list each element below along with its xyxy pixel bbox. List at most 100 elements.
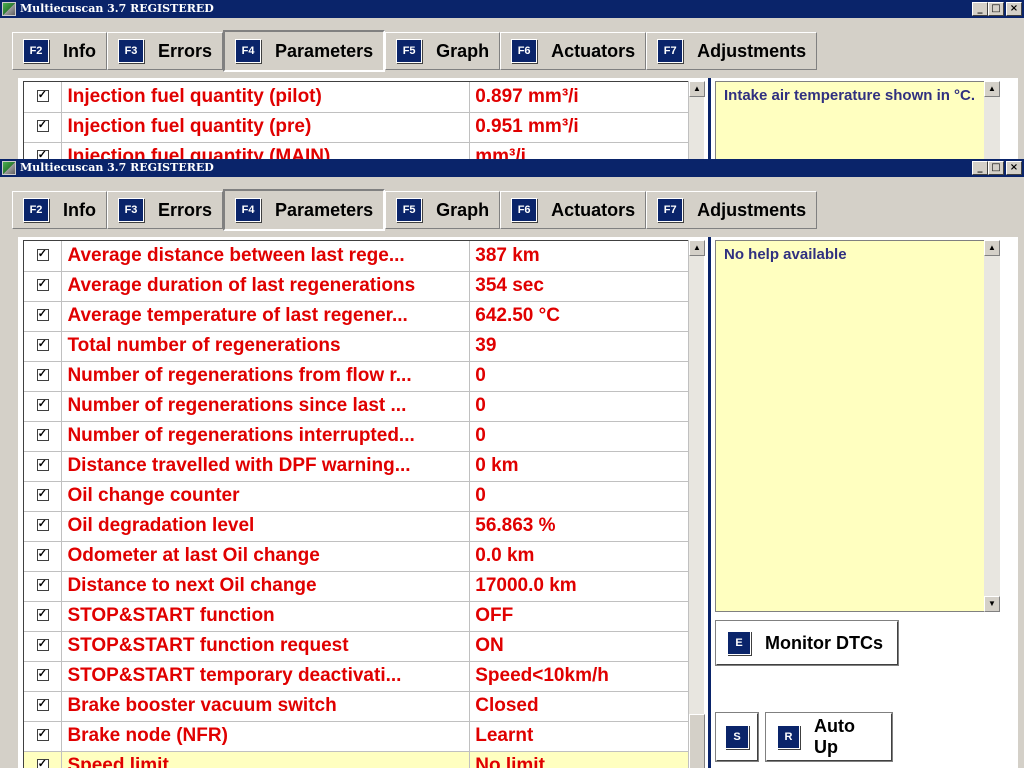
row-checkbox[interactable]: [24, 421, 63, 452]
parameter-name: Odometer at last Oil change: [61, 541, 471, 572]
row-checkbox[interactable]: [24, 82, 63, 113]
tab-parameters[interactable]: F4 Parameters: [223, 189, 386, 231]
close-icon[interactable]: ×: [1006, 2, 1022, 16]
window-controls: _ □ ×: [972, 2, 1022, 16]
row-checkbox[interactable]: [24, 751, 63, 768]
parameter-value: Learnt: [469, 721, 690, 752]
tab-adjustments[interactable]: F7 Adjustments: [646, 32, 818, 70]
tab-errors[interactable]: F3 Errors: [107, 191, 224, 229]
row-checkbox[interactable]: [24, 571, 63, 602]
checkbox-icon: [36, 607, 49, 621]
table-row[interactable]: Injection fuel quantity (pilot) 0.897 mm…: [24, 82, 690, 113]
table-row[interactable]: Brake booster vacuum switchClosed: [24, 691, 690, 722]
table-row[interactable]: Injection fuel quantity (MAIN) mm³/i: [24, 142, 690, 160]
tab-bar: F2 Info F3 Errors F4 Parameters F5 Graph F6 A…: [12, 189, 818, 231]
tab-graph[interactable]: F5 Graph: [385, 191, 501, 229]
f2-key-icon: F2: [23, 39, 49, 63]
table-row[interactable]: Number of regenerations interrupted...0: [24, 421, 690, 452]
grid-scrollbar[interactable]: ▲: [688, 81, 705, 160]
table-row[interactable]: Number of regenerations since last ...0: [24, 391, 690, 422]
table-row[interactable]: STOP&START temporary deactivati...Speed<…: [24, 661, 690, 692]
parameter-name: STOP&START function: [61, 601, 471, 632]
help-box: No help available: [715, 240, 988, 612]
help-scrollbar[interactable]: ▲ ▼: [984, 240, 1000, 612]
row-checkbox[interactable]: [24, 541, 63, 572]
s-key-icon: S: [725, 725, 749, 749]
table-row[interactable]: Oil change counter0: [24, 481, 690, 512]
row-checkbox[interactable]: [24, 271, 63, 302]
parameter-name: Brake node (NFR): [61, 721, 471, 752]
checkbox-icon: [36, 397, 49, 411]
parameter-name: Distance to next Oil change: [61, 571, 471, 602]
row-checkbox[interactable]: [24, 721, 63, 752]
close-icon[interactable]: ×: [1006, 161, 1022, 175]
tab-errors[interactable]: F3 Errors: [107, 32, 224, 70]
splitter[interactable]: [708, 237, 711, 768]
row-checkbox[interactable]: [24, 391, 63, 422]
parameter-name: Injection fuel quantity (MAIN): [61, 142, 471, 160]
scroll-down-icon[interactable]: ▼: [984, 596, 1000, 612]
table-row[interactable]: STOP&START function requestON: [24, 631, 690, 662]
table-row[interactable]: Injection fuel quantity (pre) 0.951 mm³/…: [24, 112, 690, 143]
tab-actuators[interactable]: F6 Actuators: [500, 191, 647, 229]
row-checkbox[interactable]: [24, 241, 63, 272]
table-row[interactable]: STOP&START functionOFF: [24, 601, 690, 632]
auto-up-button[interactable]: R Auto Up: [765, 712, 893, 762]
tab-adjustments[interactable]: F7 Adjustments: [646, 191, 818, 229]
table-row[interactable]: Odometer at last Oil change0.0 km: [24, 541, 690, 572]
row-checkbox[interactable]: [24, 331, 63, 362]
row-checkbox[interactable]: [24, 361, 63, 392]
table-row[interactable]: Average distance between last rege...387…: [24, 241, 690, 272]
tab-parameters[interactable]: F4 Parameters: [223, 30, 386, 72]
tab-label: Actuators: [551, 40, 636, 61]
row-checkbox[interactable]: [24, 142, 63, 160]
table-row[interactable]: Speed limitNo limit: [24, 751, 690, 768]
row-checkbox[interactable]: [24, 631, 63, 662]
table-row[interactable]: Average temperature of last regener...64…: [24, 301, 690, 332]
tab-info[interactable]: F2 Info: [12, 32, 107, 70]
parameter-value: 0.951 mm³/i: [469, 112, 690, 143]
splitter[interactable]: [708, 78, 711, 160]
maximize-icon[interactable]: □: [988, 161, 1004, 175]
monitor-dtcs-button[interactable]: E Monitor DTCs: [715, 620, 899, 666]
tab-bar: F2 Info F3 Errors F4 Parameters F5 Graph F6 A…: [12, 30, 818, 72]
table-row[interactable]: Total number of regenerations39: [24, 331, 690, 362]
table-row[interactable]: Number of regenerations from flow r...0: [24, 361, 690, 392]
scroll-up-icon[interactable]: ▲: [689, 240, 705, 256]
row-checkbox[interactable]: [24, 481, 63, 512]
scroll-up-icon[interactable]: ▲: [984, 240, 1000, 256]
help-scrollbar[interactable]: ▲: [984, 81, 1000, 160]
scroll-thumb[interactable]: [689, 714, 705, 768]
tab-actuators[interactable]: F6 Actuators: [500, 32, 647, 70]
table-row[interactable]: Distance to next Oil change17000.0 km: [24, 571, 690, 602]
f3-key-icon: F3: [118, 39, 144, 63]
tab-label: Info: [63, 40, 96, 61]
title-bar[interactable]: Multiecuscan 3.7 REGISTERED _ □ ×: [0, 159, 1024, 177]
tab-graph[interactable]: F5 Graph: [385, 32, 501, 70]
row-checkbox[interactable]: [24, 511, 63, 542]
row-checkbox[interactable]: [24, 691, 63, 722]
maximize-icon[interactable]: □: [988, 2, 1004, 16]
table-row[interactable]: Average duration of last regenerations35…: [24, 271, 690, 302]
parameter-value: 0: [469, 421, 690, 452]
minimize-icon[interactable]: _: [972, 161, 988, 175]
scroll-up-icon[interactable]: ▲: [984, 81, 1000, 97]
parameter-value: 642.50 °C: [469, 301, 690, 332]
row-checkbox[interactable]: [24, 661, 63, 692]
table-row[interactable]: Brake node (NFR)Learnt: [24, 721, 690, 752]
title-bar[interactable]: Multiecuscan 3.7 REGISTERED _ □ ×: [0, 0, 1024, 18]
s-button[interactable]: S: [715, 712, 759, 762]
parameter-name: Injection fuel quantity (pilot): [61, 82, 471, 113]
row-checkbox[interactable]: [24, 301, 63, 332]
tab-info[interactable]: F2 Info: [12, 191, 107, 229]
minimize-icon[interactable]: _: [972, 2, 988, 16]
table-row[interactable]: Oil degradation level56.863 %: [24, 511, 690, 542]
scroll-up-icon[interactable]: ▲: [689, 81, 705, 97]
parameter-name: Injection fuel quantity (pre): [61, 112, 471, 143]
row-checkbox[interactable]: [24, 112, 63, 143]
parameter-name: STOP&START temporary deactivati...: [61, 661, 471, 692]
row-checkbox[interactable]: [24, 601, 63, 632]
table-row[interactable]: Distance travelled with DPF warning...0 …: [24, 451, 690, 482]
grid-scrollbar[interactable]: ▲: [688, 240, 705, 768]
row-checkbox[interactable]: [24, 451, 63, 482]
